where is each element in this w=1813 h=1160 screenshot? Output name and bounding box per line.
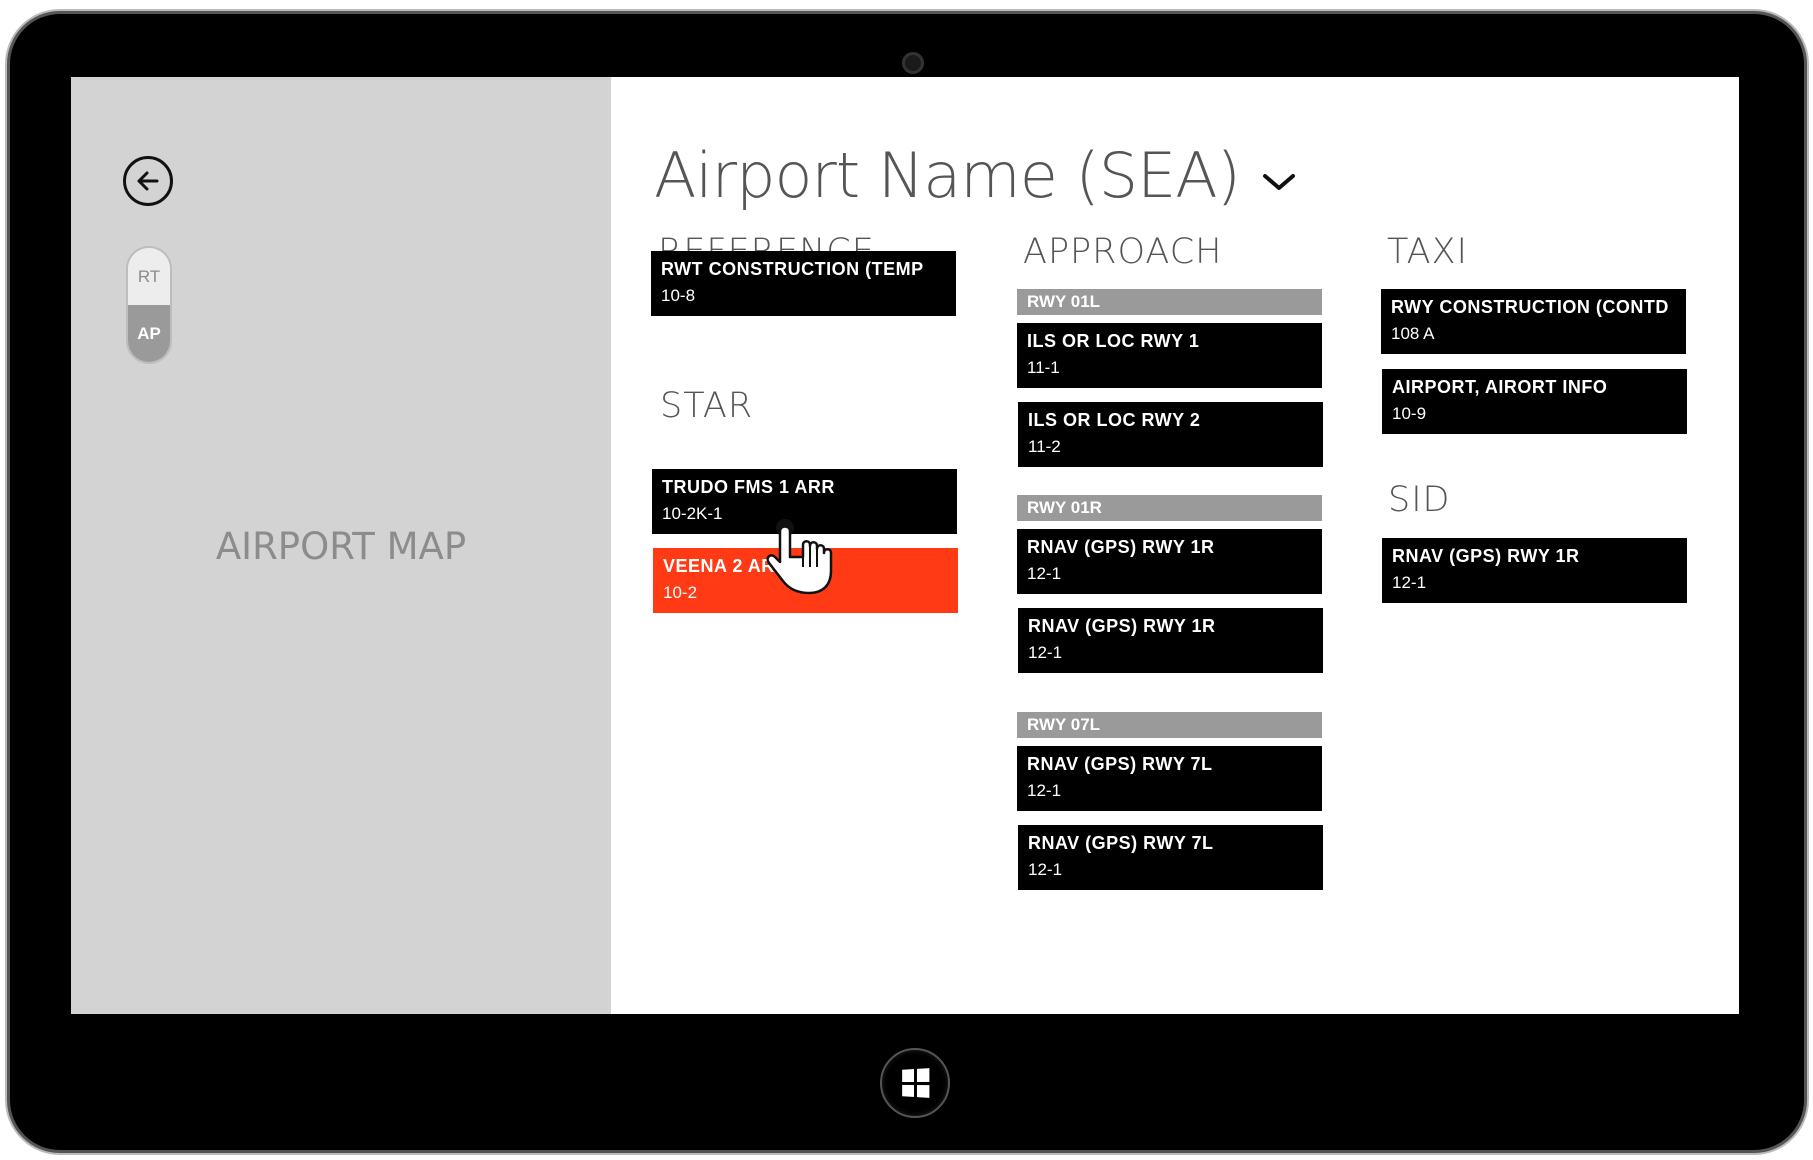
chart-tile-name: RNAV (GPS) RWY 1R (1028, 616, 1216, 636)
back-arrow-circle-icon (137, 171, 159, 191)
chart-tile-name: RWY CONSTRUCTION (CONTD (1391, 297, 1669, 317)
chart-tile-name: TRUDO FMS 1 ARR (662, 477, 835, 497)
chart-tile-code: 12-1 (1392, 573, 1427, 592)
chart-tile-approach-07l-2[interactable]: RNAV (GPS) RWY 7L 12-1 (1018, 825, 1323, 890)
runway-header-01l: RWY 01L (1017, 289, 1322, 315)
airport-selector[interactable]: Airport Name (SEA) (654, 139, 1296, 212)
toggle-option-rt[interactable]: RT (128, 248, 170, 305)
chart-tile-code: 10-9 (1392, 404, 1427, 423)
chart-tile-name: ILS OR LOC RWY 1 (1027, 331, 1200, 351)
app-screen: RT AP AIRPORT MAP Airport Name (SEA) REF… (71, 77, 1739, 1014)
page-title: Airport Name (SEA) (654, 139, 1241, 212)
chart-tile-code: 12-1 (1027, 564, 1062, 583)
section-heading-sid: SID (1388, 480, 1451, 520)
section-heading-star: STAR (660, 386, 754, 426)
chart-tile-taxi-2[interactable]: AIRPORT, AIRORT INFO 10-9 (1382, 369, 1687, 434)
toggle-option-ap[interactable]: AP (128, 305, 170, 362)
chart-tile-approach-01r-1[interactable]: RNAV (GPS) RWY 1R 12-1 (1017, 529, 1322, 594)
chart-tile-code: 12-1 (1028, 860, 1063, 879)
hand-pointer-icon (766, 519, 833, 595)
runway-header-07l: RWY 07L (1017, 712, 1322, 738)
chart-tile-name: AIRPORT, AIRORT INFO (1392, 377, 1608, 397)
chart-tile-taxi-1[interactable]: RWY CONSTRUCTION (CONTD 108 A (1381, 289, 1686, 354)
chart-tile-approach-01l-2[interactable]: ILS OR LOC RWY 2 11-2 (1018, 402, 1323, 467)
chart-tile-approach-01l-1[interactable]: ILS OR LOC RWY 1 11-1 (1017, 323, 1322, 388)
camera-icon (902, 52, 924, 74)
chart-tile-code: 10-8 (661, 286, 696, 305)
section-heading-approach: APPROACH (1023, 232, 1223, 272)
section-heading-taxi: TAXI (1387, 232, 1468, 272)
chart-tile-name: ILS OR LOC RWY 2 (1028, 410, 1201, 430)
chart-tile-name: RNAV (GPS) RWY 7L (1028, 833, 1214, 853)
chart-tile-name: RWT CONSTRUCTION (TEMP (661, 259, 924, 279)
chart-tile-name: RNAV (GPS) RWY 1R (1392, 546, 1580, 566)
chart-tile-reference-1[interactable]: RWT CONSTRUCTION (TEMP 10-8 (651, 251, 956, 316)
chart-tile-code: 11-1 (1027, 358, 1060, 377)
map-pane: RT AP AIRPORT MAP (71, 77, 611, 1014)
runway-header-01r: RWY 01R (1017, 495, 1322, 521)
windows-logo-icon (902, 1068, 930, 1098)
rt-ap-toggle[interactable]: RT AP (126, 246, 172, 364)
chart-tile-approach-01r-2[interactable]: RNAV (GPS) RWY 1R 12-1 (1018, 608, 1323, 673)
airport-map-label: AIRPORT MAP (215, 525, 467, 568)
chart-tile-code: 108 A (1391, 324, 1435, 343)
chevron-down-icon[interactable] (1262, 172, 1296, 192)
chart-tile-approach-07l-1[interactable]: RNAV (GPS) RWY 7L 12-1 (1017, 746, 1322, 811)
chart-tile-code: 12-1 (1028, 643, 1063, 662)
back-button[interactable] (123, 156, 173, 206)
chart-tile-name: RNAV (GPS) RWY 7L (1027, 754, 1213, 774)
chart-tile-code: 11-2 (1028, 437, 1061, 456)
chart-tile-sid-1[interactable]: RNAV (GPS) RWY 1R 12-1 (1382, 538, 1687, 603)
chart-tile-code: 12-1 (1027, 781, 1062, 800)
home-button[interactable] (880, 1048, 950, 1118)
chart-tile-name: RNAV (GPS) RWY 1R (1027, 537, 1215, 557)
